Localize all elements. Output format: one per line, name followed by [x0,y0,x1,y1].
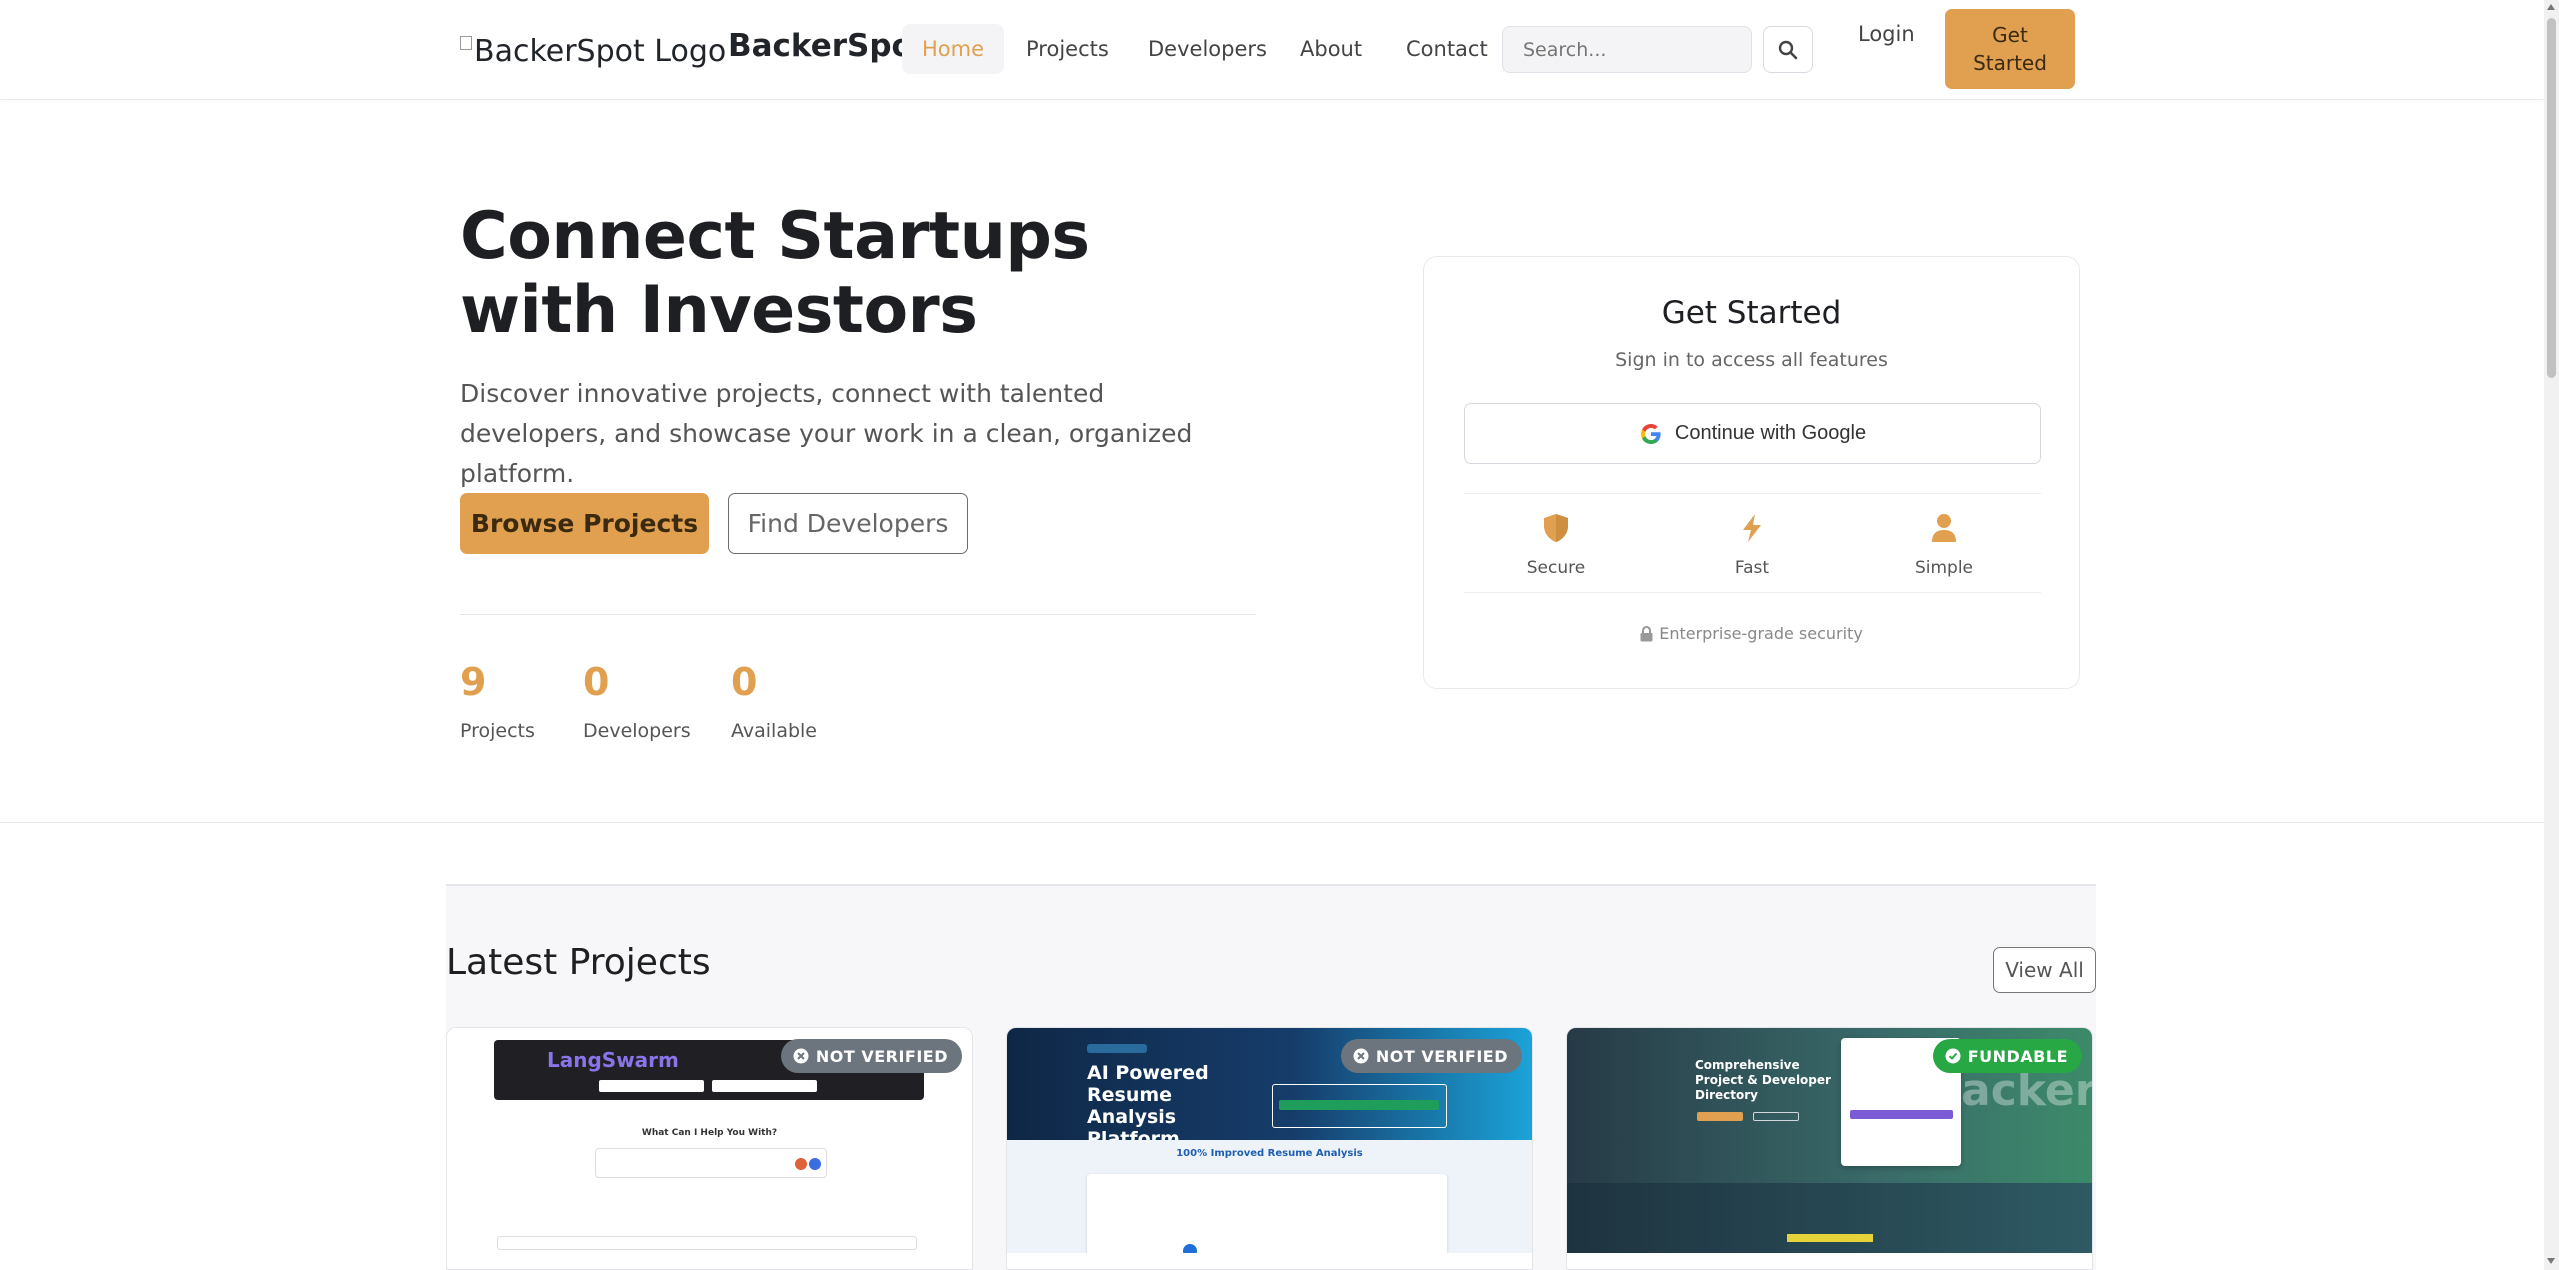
navbar: BackerSpot Logo BackerSpot Home Projects… [0,0,2544,100]
google-icon [1640,423,1661,444]
latest-projects-title: Latest Projects [446,942,711,983]
thumb-input-box [595,1148,827,1178]
x-circle-icon [793,1048,809,1064]
thumb-subtitle: 100% Improved Resume Analysis [1176,1148,1363,1159]
thumb-question: What Can I Help You With? [641,1128,778,1138]
nav-link-about[interactable]: About [1280,24,1382,74]
project-card[interactable]: LangSwarm What Can I Help You With? NOT … [446,1027,973,1270]
x-circle-icon [1353,1048,1369,1064]
search-input[interactable] [1502,26,1752,73]
thumb-logo: LangSwarm [547,1048,679,1072]
feature-simple-label: Simple [1914,558,1974,578]
auth-card: Get Started Sign in to access all featur… [1423,256,2080,689]
thumb-outline-button [1753,1112,1799,1121]
thumb-orange-button [1697,1112,1743,1121]
auth-card-footer: Enterprise-grade security [1424,624,2079,643]
thumb-panel [1087,1174,1447,1253]
feature-fast: Fast [1672,510,1832,578]
broken-image-icon [460,36,472,50]
thumb-purple-button [1850,1110,1953,1119]
search-icon [1778,40,1798,59]
nav-link-projects[interactable]: Projects [1006,24,1129,74]
brand-name[interactable]: BackerSpot [728,28,928,64]
section-separator [0,822,2544,823]
thumb-dot [795,1158,807,1170]
badge-label: NOT VERIFIED [815,1046,948,1066]
hero-title: Connect Startups with Investors [460,199,1090,348]
thumb-yellow-bar [1787,1234,1873,1242]
thumb-pill [599,1080,704,1092]
project-status-badge: NOT VERIFIED [1340,1039,1522,1073]
feature-secure-label: Secure [1526,558,1586,578]
nav-link-home[interactable]: Home [902,24,1005,74]
brand-logo-alt: BackerSpot Logo [474,33,727,69]
auth-card-title: Get Started [1661,295,1842,331]
thumb-dot [809,1158,821,1170]
find-developers-button[interactable]: Find Developers [728,493,968,554]
feature-secure: Secure [1476,510,1636,578]
hero-subtitle: Discover innovative projects, connect wi… [460,379,1193,488]
thumb-title: AI Powered Resume Analysis Platform [1087,1062,1209,1150]
project-card[interactable]: Comprehensive Project & Developer Direct… [1566,1027,2093,1270]
user-icon [1932,514,1956,542]
scrollbar-thumb[interactable] [2547,18,2556,378]
google-signin-button[interactable]: Continue with Google [1464,403,2041,464]
bolt-icon [1743,514,1761,542]
upload-icon [1183,1244,1197,1253]
thumb-chip [1087,1044,1147,1053]
project-status-badge: NOT VERIFIED [780,1039,962,1073]
thumb-title: Comprehensive Project & Developer Direct… [1695,1058,1831,1102]
thumb-field [497,1236,917,1250]
auth-card-subtitle: Sign in to access all features [1615,349,1888,371]
auth-divider-top [1464,493,2041,494]
lock-icon [1640,625,1653,641]
login-link[interactable]: Login [1858,22,1915,46]
feature-fast-label: Fast [1734,558,1770,578]
view-all-button[interactable]: View All [1993,947,2096,993]
stat-available-label: Available [731,720,818,742]
scroll-down-arrow-icon[interactable] [2547,1258,2555,1264]
auth-footer-text: Enterprise-grade security [1659,624,1863,643]
badge-label: FUNDABLE [1967,1046,2068,1066]
hero-divider [460,614,1255,615]
thumb-green-bar [1279,1100,1439,1110]
scroll-up-arrow-icon[interactable] [2547,4,2555,10]
project-status-badge: FUNDABLE [1932,1039,2082,1073]
browse-projects-button[interactable]: Browse Projects [460,493,709,554]
nav-link-developers[interactable]: Developers [1128,24,1287,74]
badge-label: NOT VERIFIED [1375,1046,1508,1066]
thumb-pill [712,1080,817,1092]
shield-icon [1544,514,1568,542]
stat-developers-label: Developers [583,720,691,742]
check-circle-icon [1945,1048,1961,1064]
search-button[interactable] [1763,26,1813,73]
feature-simple: Simple [1864,510,2024,578]
thumb-lower-panel [1567,1183,2092,1253]
stat-developers-value: 0 [583,660,610,704]
brand-logo[interactable]: BackerSpot Logo [460,28,726,74]
project-card[interactable]: AI Powered Resume Analysis Platform 100%… [1006,1027,1533,1270]
nav-link-contact[interactable]: Contact [1386,24,1508,74]
stat-available-value: 0 [731,660,758,704]
stat-projects-value: 9 [460,660,487,704]
auth-divider-bottom [1464,592,2041,593]
thumb-watermark: ackerspot [1961,1065,2092,1116]
stat-projects-label: Projects [460,720,535,742]
google-signin-label: Continue with Google [1674,422,1867,444]
nav-get-started-button[interactable]: Get Started [1945,9,2075,89]
